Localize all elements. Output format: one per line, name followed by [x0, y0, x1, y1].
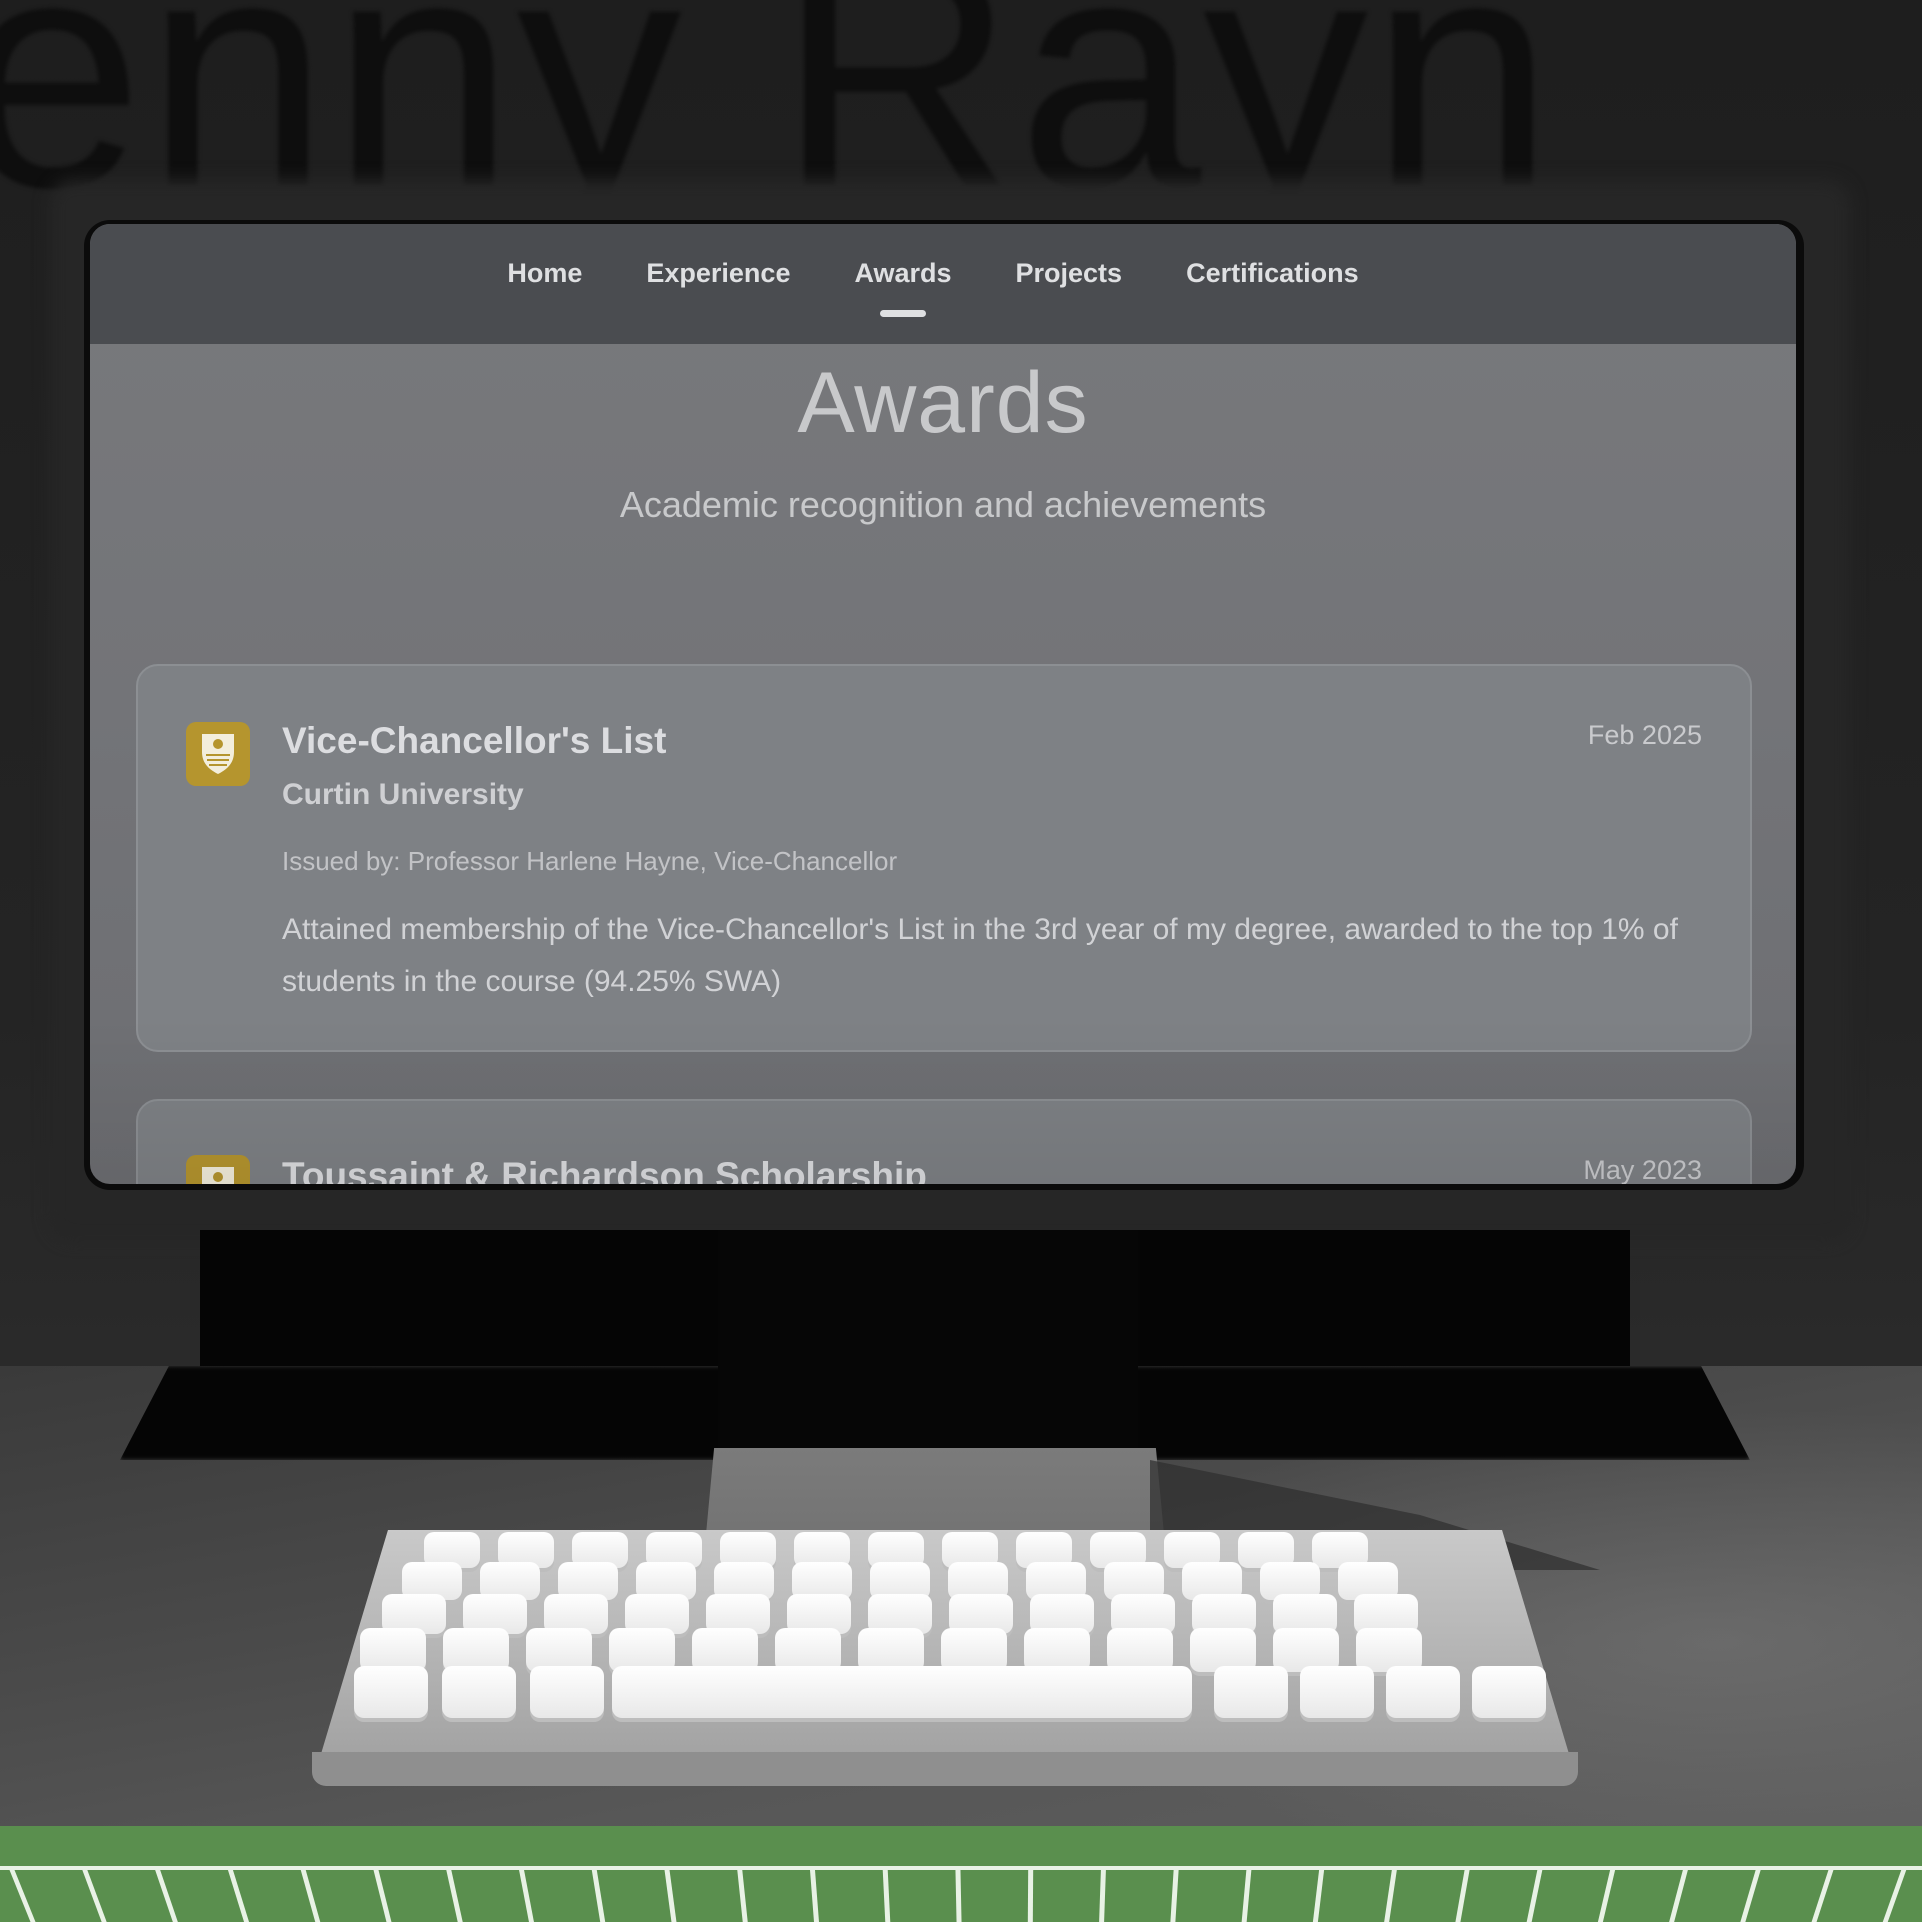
keyboard-key: [530, 1666, 604, 1718]
page-subtitle: Academic recognition and achievements: [619, 484, 1267, 525]
page-title: Awards: [797, 355, 1089, 451]
monitor-screen: Home Experience Awards Projects Certific…: [90, 224, 1796, 1184]
nav-experience[interactable]: Experience: [646, 258, 790, 289]
nav-awards[interactable]: Awards: [854, 258, 952, 317]
nav-certifications[interactable]: Certifications: [1186, 258, 1359, 289]
award-card[interactable]: Toussaint & Richardson Scholarship May 2…: [136, 1099, 1752, 1184]
turf-tick: [955, 1870, 962, 1922]
keyboard-key: [1300, 1666, 1374, 1718]
scene: enny Rayn Home Experience Awards Project…: [0, 0, 1922, 1922]
nav-home[interactable]: Home: [507, 258, 582, 289]
keyboard-key: [1214, 1666, 1288, 1718]
award-description: Attained membership of the Vice-Chancell…: [282, 913, 1678, 998]
award-date: Feb 2025: [1587, 720, 1702, 750]
keyboard-key: [354, 1666, 428, 1718]
university-crest-icon: [186, 722, 250, 786]
award-title: Vice-Chancellor's List: [282, 720, 667, 761]
turf-tick: [1027, 1870, 1034, 1922]
monitor-stand-neck: [718, 1230, 1138, 1448]
keyboard-key: [1386, 1666, 1460, 1718]
university-crest-icon: [186, 1155, 250, 1184]
award-card[interactable]: Vice-Chancellor's List Feb 2025 Curtin U…: [136, 664, 1752, 1052]
award-date: May 2023: [1583, 1155, 1702, 1184]
award-organization: Curtin University: [282, 778, 524, 811]
navbar: Home Experience Awards Projects Certific…: [90, 224, 1796, 344]
award-issued-by: Issued by: Professor Harlene Hayne, Vice…: [282, 846, 898, 876]
nav-items: Home Experience Awards Projects Certific…: [90, 258, 1796, 317]
keyboard-edge: [312, 1752, 1578, 1786]
turf-line: [0, 1866, 1922, 1870]
keyboard-key: [442, 1666, 516, 1718]
nav-projects[interactable]: Projects: [1016, 258, 1123, 289]
award-title: Toussaint & Richardson Scholarship: [282, 1155, 927, 1184]
keyboard-spacebar: [612, 1666, 1192, 1718]
keyboard-key: [1472, 1666, 1546, 1718]
